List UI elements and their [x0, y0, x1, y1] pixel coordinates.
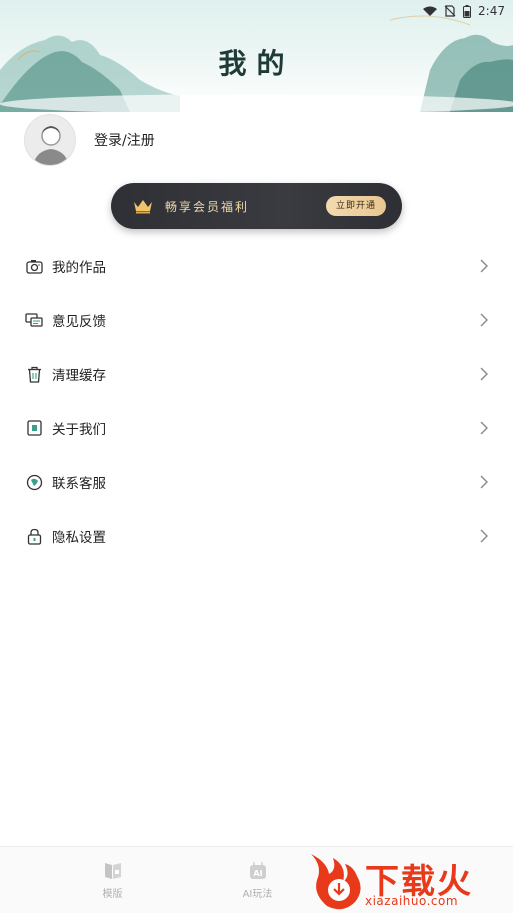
avatar[interactable]: ⌄: [24, 114, 76, 166]
status-time: 2:47: [478, 4, 505, 18]
feedback-icon: [25, 311, 43, 329]
settings-menu: 我的作品 意见反馈 清理缓存 关于我们 联系客服 隐私设置: [0, 239, 513, 563]
menu-label-privacy-settings: 隐私设置: [52, 530, 106, 546]
menu-label-about-us: 关于我们: [52, 422, 106, 438]
trash-icon: [25, 365, 43, 383]
customer-service-icon: [25, 473, 43, 491]
crown-icon: [134, 200, 152, 214]
no-sim-icon: [444, 5, 456, 17]
vip-banner[interactable]: 畅享会员福利 立即开通: [111, 183, 402, 229]
menu-item-my-works[interactable]: 我的作品: [0, 239, 513, 293]
menu-item-customer-service[interactable]: 联系客服: [0, 455, 513, 509]
menu-item-about-us[interactable]: 关于我们: [0, 401, 513, 455]
camera-icon: [25, 257, 43, 275]
wifi-icon: [423, 6, 438, 16]
menu-label-customer-service: 联系客服: [52, 476, 106, 492]
chevron-right-icon: [480, 367, 488, 381]
watermark-url: xiazaihuo.com: [365, 894, 459, 908]
menu-label-feedback: 意见反馈: [52, 314, 106, 330]
tab-ai-label: AI玩法: [242, 889, 273, 900]
chevron-right-icon: [480, 259, 488, 273]
vip-banner-text: 畅享会员福利: [165, 199, 250, 214]
profile-row[interactable]: ⌄ 登录/注册: [24, 114, 155, 166]
chevron-right-icon: [480, 529, 488, 543]
flame-logo-icon: [311, 854, 361, 910]
svg-text:AI: AI: [253, 869, 262, 878]
chevron-down-icon: ⌄: [67, 154, 75, 164]
tab-template[interactable]: 模版: [40, 860, 185, 900]
info-book-icon: [25, 419, 43, 437]
watermark: 下载火 xiazaihuo.com: [303, 846, 513, 913]
chevron-right-icon: [480, 313, 488, 327]
chevron-right-icon: [480, 475, 488, 489]
tab-template-label: 模版: [102, 889, 123, 900]
status-bar: 2:47: [0, 0, 513, 22]
menu-label-my-works: 我的作品: [52, 260, 106, 276]
page-title: 我的: [218, 47, 295, 80]
menu-label-clear-cache: 清理缓存: [52, 368, 106, 384]
open-vip-button[interactable]: 立即开通: [325, 196, 386, 216]
menu-item-clear-cache[interactable]: 清理缓存: [0, 347, 513, 401]
menu-item-privacy-settings[interactable]: 隐私设置: [0, 509, 513, 563]
chevron-right-icon: [480, 421, 488, 435]
header-background: 2:47 我的: [0, 0, 513, 112]
ai-icon: AI: [249, 862, 266, 879]
menu-item-feedback[interactable]: 意见反馈: [0, 293, 513, 347]
login-register-link[interactable]: 登录/注册: [94, 130, 155, 150]
battery-icon: [463, 4, 472, 18]
template-icon: [104, 863, 121, 879]
lock-icon: [25, 527, 43, 545]
